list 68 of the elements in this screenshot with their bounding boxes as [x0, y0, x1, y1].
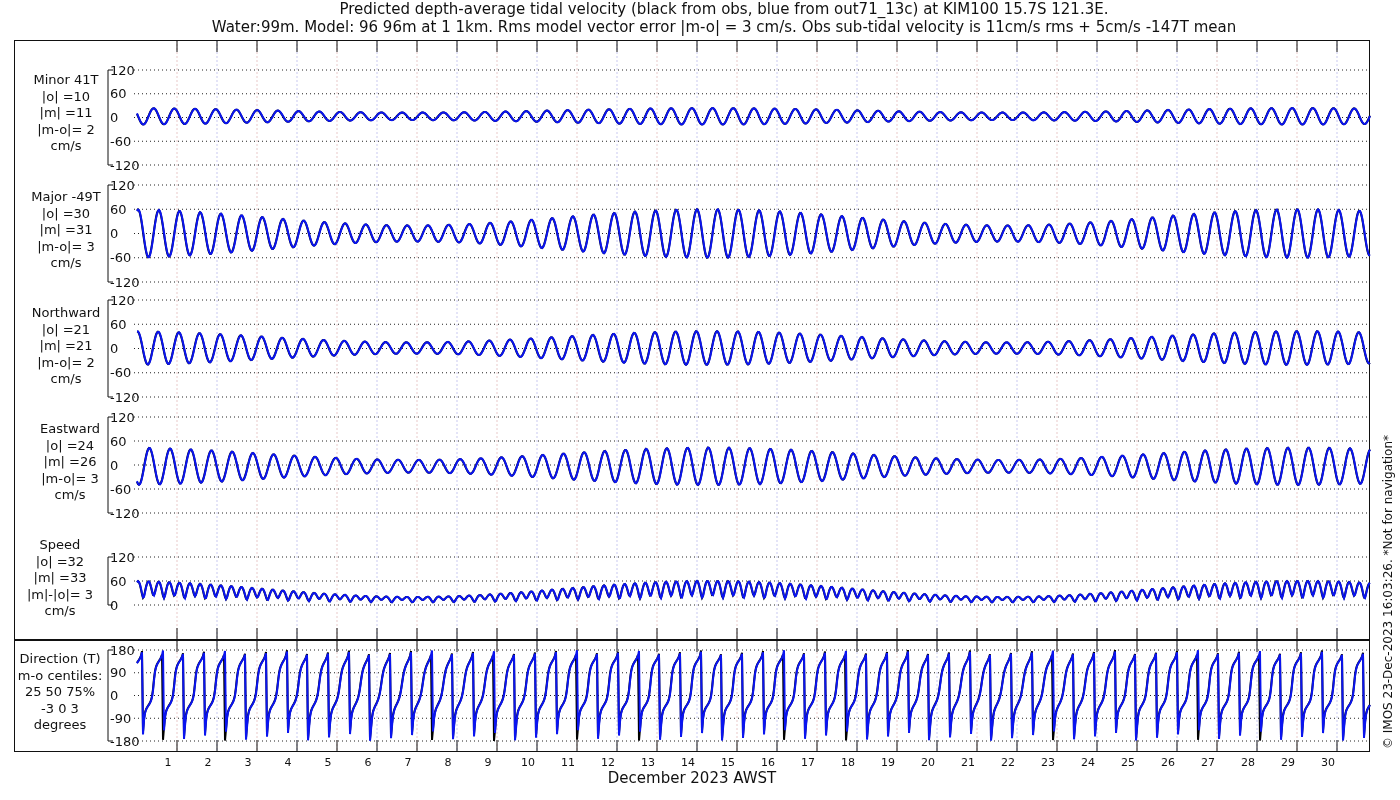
tick-label: -60	[110, 250, 132, 266]
panel-label: Minor 41T |o| =10 |m| =11 |m-o|= 2 cm/s	[33, 72, 99, 153]
axis-title: December 2023 AWST	[607, 769, 777, 787]
day-label: 16	[761, 756, 775, 769]
day-label: 23	[1041, 756, 1055, 769]
day-label: 1	[164, 756, 172, 769]
day-label: 6	[364, 756, 372, 769]
tick-label: 90	[110, 665, 127, 681]
day-label: 10	[521, 756, 535, 769]
tick-label: 0	[110, 457, 119, 473]
tick-label: -60	[110, 133, 132, 149]
day-label: 25	[1121, 756, 1135, 769]
tick-label: -120	[110, 157, 140, 173]
day-label: 8	[444, 756, 452, 769]
tick-label: -60	[110, 365, 132, 381]
day-label: 29	[1281, 756, 1295, 769]
day-label: 17	[801, 756, 815, 769]
chart-title: Predicted depth-average tidal velocity (black from obs, blue from out71_13c) at KIM100 15.7S 121.3E.	[339, 0, 1109, 18]
day-label: 5	[324, 756, 332, 769]
tick-label: 60	[110, 86, 127, 102]
day-label: 22	[1001, 756, 1015, 769]
day-label: 18	[841, 756, 855, 769]
panel-label: Major -49T |o| =30 |m| =31 |m-o|= 3 cm/s	[31, 189, 101, 270]
day-label: 19	[881, 756, 895, 769]
day-label: 24	[1081, 756, 1095, 769]
tick-label: 0	[110, 341, 119, 356]
day-label: 15	[721, 756, 735, 769]
day-label: 2	[204, 756, 212, 769]
day-label: 20	[921, 756, 935, 769]
panel-label: Speed |o| =32 |m| =33 |m|-|o|= 3 cm/s	[26, 537, 94, 618]
tick-label: 120	[110, 177, 135, 193]
tick-label: -60	[110, 481, 132, 497]
panel-label: Northward |o| =21 |m| =21 |m-o|= 2 cm/s	[31, 305, 101, 386]
day-label: 12	[601, 756, 615, 769]
tick-label: 120	[110, 292, 135, 308]
day-label: 27	[1201, 756, 1215, 769]
tick-label: 60	[110, 316, 127, 332]
day-label: 13	[641, 756, 655, 769]
tick-label: 60	[110, 573, 127, 589]
day-label: 11	[561, 756, 575, 769]
tick-label: 0	[110, 110, 119, 125]
day-label: 7	[404, 756, 412, 769]
tick-label: 120	[110, 549, 135, 565]
day-label: 21	[961, 756, 975, 769]
chart-title: Water:99m. Model: 96 96m at 1 1km. Rms model vector error |m-o| = 3 cm/s. Obs sub-tidal velocity is 11cm/s rms + 5cm/s -147T mean	[211, 18, 1237, 36]
tick-label: 0	[110, 688, 119, 703]
tick-label: 60	[110, 201, 127, 217]
tick-label: 60	[110, 433, 127, 449]
day-label: 9	[484, 756, 492, 769]
tick-label: 120	[110, 409, 135, 425]
day-label: 3	[244, 756, 252, 769]
panel-label: Direction (T) m-o centiles: 25 50 75% -3 0 3 degrees	[17, 651, 103, 732]
day-label: 30	[1321, 756, 1335, 769]
tick-label: 0	[110, 226, 119, 241]
tick-label: 180	[110, 642, 135, 658]
day-label: 28	[1241, 756, 1255, 769]
tick-label: -120	[110, 274, 140, 290]
tick-label: -120	[110, 389, 140, 405]
day-label: 26	[1161, 756, 1175, 769]
day-label: 4	[284, 756, 292, 769]
credit-text: © IMOS 23-Dec-2023 16:03:26. *Not for navigation*	[1381, 434, 1395, 750]
tick-label: 120	[110, 62, 135, 78]
tick-label: -180	[110, 733, 140, 749]
panel-label: Eastward |o| =24 |m| =26 |m-o|= 3 cm/s	[40, 421, 100, 502]
tick-label: -120	[110, 505, 140, 521]
tick-label: 0	[110, 597, 119, 613]
day-label: 14	[681, 756, 695, 769]
tick-label: -90	[110, 710, 132, 726]
